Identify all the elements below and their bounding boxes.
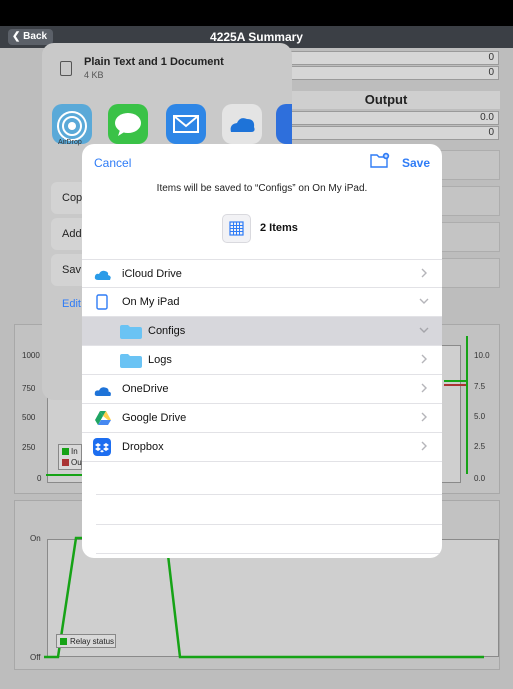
- legend-label: Relay status: [70, 637, 115, 646]
- value-field: 0: [279, 51, 499, 65]
- edit-actions-link[interactable]: Edit: [62, 298, 81, 310]
- chevron-right-icon: [421, 412, 427, 422]
- legend-label: Ou: [71, 458, 82, 467]
- page-title: 4225A Summary: [210, 30, 303, 44]
- y2-tick-label: 7.5: [474, 382, 486, 391]
- location-row-dropbox[interactable]: Dropbox: [82, 433, 442, 462]
- y-tick-label: 250: [22, 443, 36, 452]
- location-label: Configs: [148, 325, 186, 337]
- share-title: Plain Text and 1 Document: [84, 56, 224, 68]
- location-row-logs[interactable]: Logs: [82, 346, 442, 375]
- y2-tick-label: 5.0: [474, 412, 486, 421]
- items-count: 2 Items: [260, 222, 298, 234]
- ipad-icon: [96, 294, 108, 315]
- y-tick-label: 0: [37, 474, 42, 483]
- location-label: Google Drive: [122, 412, 187, 424]
- y-tick-label: 750: [22, 384, 36, 393]
- airdrop-icon[interactable]: [52, 104, 92, 144]
- cancel-button[interactable]: Cancel: [94, 156, 131, 170]
- chevron-right-icon: [421, 383, 427, 393]
- y2-tick-label: 0.0: [474, 474, 486, 483]
- location-label: OneDrive: [122, 383, 169, 395]
- more-app-icon[interactable]: [276, 104, 292, 144]
- folder-icon: [120, 325, 142, 344]
- series-line: [444, 384, 466, 386]
- chart-axis-line: [466, 336, 468, 474]
- location-row-onedrive[interactable]: OneDrive: [82, 375, 442, 404]
- series-line: [46, 474, 82, 476]
- folder-icon: [120, 354, 142, 373]
- analog-legend: In Ou: [58, 444, 82, 470]
- y-tick-label: 500: [22, 413, 36, 422]
- document-icon: [60, 61, 72, 76]
- onedrive-app-icon[interactable]: [222, 104, 262, 144]
- chevron-right-icon: [421, 441, 427, 451]
- y2-tick-label: 2.5: [474, 442, 486, 451]
- divider: [96, 494, 442, 495]
- location-row-icloud-drive[interactable]: iCloud Drive: [82, 259, 442, 288]
- chevron-right-icon: [421, 268, 427, 278]
- relay-legend: Relay status: [56, 634, 116, 648]
- airdrop-label: AirDrop: [58, 139, 82, 146]
- mail-icon[interactable]: [166, 104, 206, 144]
- save-button[interactable]: Save: [402, 156, 430, 170]
- share-subtitle: 4 KB: [84, 70, 104, 80]
- output-header: Output: [272, 91, 500, 109]
- location-label: iCloud Drive: [122, 268, 182, 280]
- status-bar: [0, 0, 513, 26]
- save-to-files-dialog: Cancel Save Items will be saved to “Conf…: [82, 144, 442, 558]
- y-tick-label: 1000: [22, 351, 40, 360]
- value-field: 0: [279, 66, 499, 80]
- legend-swatch: [62, 459, 69, 466]
- value-field: 0: [279, 126, 499, 140]
- location-label: Dropbox: [122, 441, 164, 453]
- chevron-down-icon: [419, 327, 429, 333]
- location-label: On My iPad: [122, 296, 180, 308]
- series-line: [444, 380, 466, 382]
- divider: [96, 553, 442, 554]
- chevron-down-icon: [419, 298, 429, 304]
- save-destination-note: Items will be saved to “Configs” on On M…: [156, 183, 368, 194]
- new-folder-icon[interactable]: [370, 152, 390, 173]
- onedrive-icon: [94, 384, 112, 402]
- y2-tick-label: 10.0: [474, 351, 490, 360]
- value-field: 0.0: [279, 111, 499, 125]
- spreadsheet-icon: [222, 214, 251, 243]
- legend-label: In: [71, 447, 78, 456]
- legend-swatch: [62, 448, 69, 455]
- dropbox-icon: [93, 438, 111, 461]
- icloud-icon: [94, 268, 112, 286]
- divider: [96, 524, 442, 525]
- location-row-google-drive[interactable]: Google Drive: [82, 404, 442, 433]
- legend-swatch: [60, 638, 67, 645]
- location-row-configs[interactable]: Configs: [82, 317, 442, 346]
- chevron-right-icon: [421, 354, 427, 364]
- google-drive-icon: [95, 411, 111, 430]
- location-label: Logs: [148, 354, 172, 366]
- location-row-on-my-ipad[interactable]: On My iPad: [82, 288, 442, 317]
- messages-icon[interactable]: [108, 104, 148, 144]
